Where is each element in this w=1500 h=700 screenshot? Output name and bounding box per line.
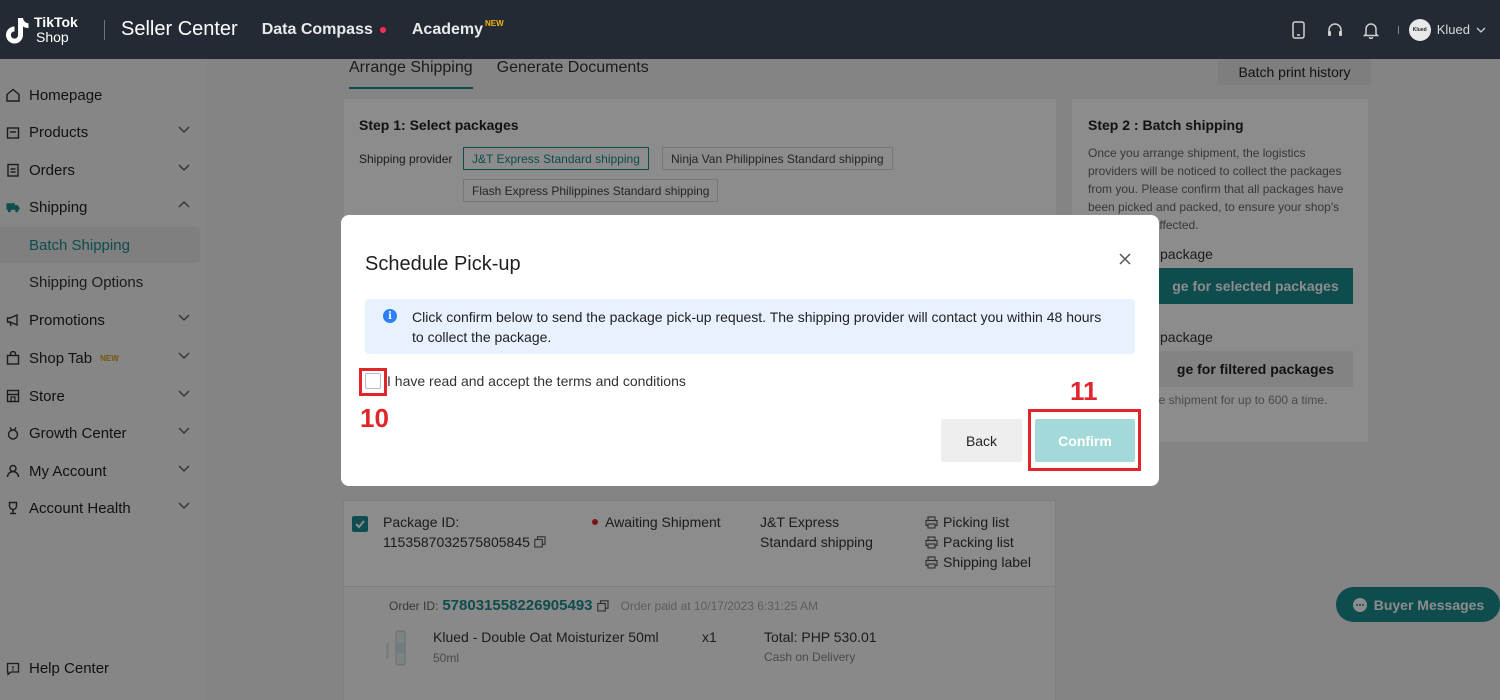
terms-label[interactable]: I have read and accept the terms and con… bbox=[387, 373, 686, 389]
info-banner: i Click confirm below to send the packag… bbox=[365, 299, 1135, 354]
terms-row: I have read and accept the terms and con… bbox=[365, 373, 686, 389]
close-icon[interactable] bbox=[1117, 251, 1133, 267]
headset-icon[interactable] bbox=[1326, 21, 1344, 39]
header-separator bbox=[1397, 25, 1399, 34]
annotation-number-10: 10 bbox=[360, 403, 389, 433]
user-menu[interactable]: Klued Klued bbox=[1408, 18, 1486, 41]
new-badge: NEW bbox=[485, 19, 504, 28]
bell-icon[interactable] bbox=[1362, 21, 1380, 39]
info-text: Click confirm below to send the package … bbox=[412, 309, 1102, 345]
mobile-icon[interactable] bbox=[1290, 20, 1308, 39]
nav-academy-label: Academy bbox=[411, 20, 484, 38]
info-icon: i bbox=[383, 309, 397, 323]
top-bar: TikTok Shop Seller Center Data Compass A… bbox=[0, 0, 1500, 59]
back-button[interactable]: Back bbox=[941, 419, 1022, 462]
nav-data-compass[interactable]: Data Compass bbox=[262, 21, 386, 39]
logo-text-line1: TikTok bbox=[34, 13, 78, 30]
nav-academy[interactable]: Academy NEW bbox=[411, 19, 504, 39]
tiktok-logo-icon bbox=[6, 17, 29, 43]
nav-data-compass-label: Data Compass bbox=[261, 20, 373, 38]
modal-title: Schedule Pick-up bbox=[365, 253, 521, 275]
tiktok-shop-logo[interactable]: TikTok Shop bbox=[4, 13, 100, 45]
avatar: Klued bbox=[1408, 18, 1431, 41]
schedule-pickup-modal: Schedule Pick-up i Click confirm below t… bbox=[341, 215, 1159, 486]
user-name: Klued bbox=[1436, 22, 1470, 37]
chevron-down-icon bbox=[1476, 27, 1486, 33]
annotation-number-11: 11 bbox=[1070, 376, 1098, 406]
logo-text-line2: Shop bbox=[36, 28, 69, 45]
annotation-box-confirm bbox=[1028, 409, 1141, 471]
app-title[interactable]: Seller Center bbox=[121, 18, 238, 41]
header-divider bbox=[104, 19, 105, 40]
notification-dot bbox=[379, 26, 386, 33]
annotation-box-checkbox bbox=[359, 368, 387, 396]
